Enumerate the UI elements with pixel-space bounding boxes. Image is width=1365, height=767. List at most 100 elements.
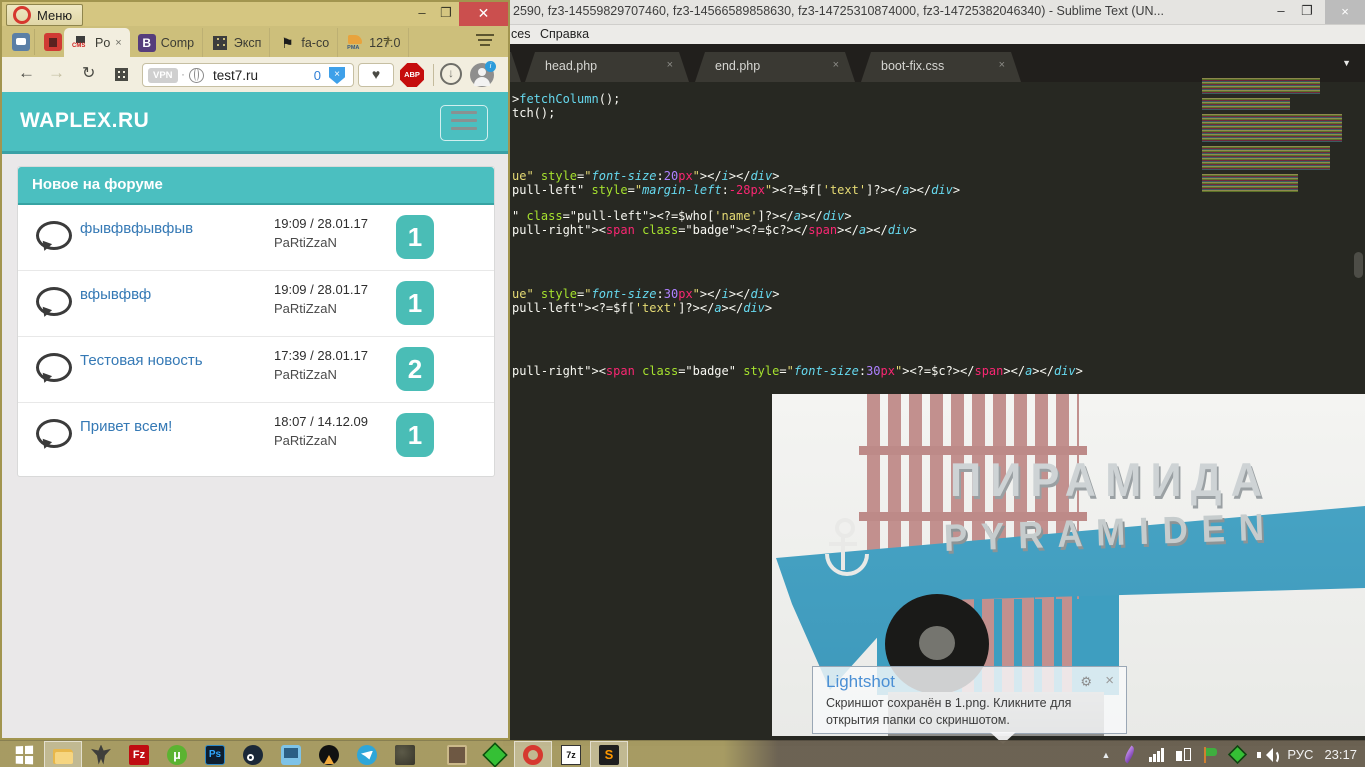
taskbar-stalker-button[interactable] <box>386 741 424 767</box>
taskbar-explorer-button[interactable] <box>44 741 82 767</box>
editor-tab[interactable]: end.php× <box>695 52 855 82</box>
action-center-flag-icon[interactable] <box>1203 747 1218 763</box>
taskbar-start-button[interactable] <box>6 741 44 767</box>
shield-icon[interactable]: × <box>329 67 345 84</box>
taskbar-photoshop-button[interactable]: Ps <box>196 741 234 767</box>
topic-link[interactable]: вфывфвф <box>80 286 151 303</box>
forward-button[interactable]: → <box>48 63 65 83</box>
hamburger-menu-button[interactable] <box>440 105 488 141</box>
notification-body[interactable]: Скриншот сохранён в 1.png. Кликните для … <box>826 695 1114 729</box>
sublime-tabbar: × head.php×end.php× boot-fix.css × ▼ <box>503 44 1365 82</box>
sublime-glyph: S <box>599 745 619 765</box>
tray-expand-icon[interactable]: ▲ <box>1101 750 1110 760</box>
bookmark-heart-button[interactable]: ♥ <box>358 63 394 87</box>
toolbar-divider <box>433 64 434 86</box>
downloads-button[interactable]: ↓ <box>440 63 462 85</box>
topic-list: фывфвфывфыв19:09 / 28.01.17PaRtiZzaN1вфы… <box>18 205 494 468</box>
topic-row[interactable]: Привет всем!18:07 / 14.12.09PaRtiZzaN1 <box>18 402 494 468</box>
browser-tab[interactable]: Эксп <box>203 28 271 57</box>
tab-close-icon[interactable]: × <box>999 59 1005 71</box>
taskbar-sevenzip-button[interactable]: 7z <box>552 741 590 767</box>
url-text[interactable]: test7.ru <box>213 68 258 83</box>
usb-device-icon[interactable] <box>1176 747 1192 762</box>
taskbar-sublime-button[interactable]: S <box>590 741 628 767</box>
reload-button[interactable]: ↻ <box>82 63 95 83</box>
code-line: " class="pull-left"><?=$who['name']?></a… <box>512 209 852 223</box>
browser-tab[interactable]: 127.0 <box>338 28 409 57</box>
clock[interactable]: 23:17 <box>1324 747 1357 762</box>
language-indicator[interactable]: РУС <box>1287 747 1313 762</box>
opera-minimize-button[interactable]: – <box>410 2 434 26</box>
topic-row[interactable]: Тестовая новость17:39 / 28.01.17PaRtiZza… <box>18 336 494 402</box>
notification-close-icon[interactable]: × <box>1105 672 1114 689</box>
vpn-badge[interactable]: VPN <box>148 68 178 83</box>
sublime-titlebar[interactable]: 2590, fz3-14559829707460, fz3-1456658985… <box>503 0 1365 25</box>
topic-row[interactable]: фывфвфывфыв19:09 / 28.01.17PaRtiZzaN1 <box>18 205 494 270</box>
back-button[interactable]: ← <box>18 63 35 83</box>
taskbar-telegram-button[interactable] <box>348 741 386 767</box>
reply-count-badge[interactable]: 1 <box>396 215 434 259</box>
opera-toolbar: ← → ↻ VPN · test7.ru 0 × ♥ ABP ↓ i <box>2 57 508 92</box>
lightshot-tray-icon[interactable] <box>1122 746 1137 764</box>
topic-author: PaRtiZzaN <box>274 301 386 316</box>
taskbar-utorrent-button[interactable]: µ <box>158 741 196 767</box>
sublime-close-button[interactable]: × <box>1325 0 1365 24</box>
site-brand[interactable]: WAPLEX.RU <box>20 109 149 133</box>
tab-close-icon[interactable]: × <box>115 37 121 49</box>
globe-icon <box>189 68 204 83</box>
menu-item-preferences-partial[interactable]: ces <box>511 27 530 41</box>
pinned-tab[interactable] <box>8 29 35 55</box>
speed-dial-icon[interactable] <box>115 68 128 81</box>
speech-bubble-icon <box>36 287 72 316</box>
reply-count-badge[interactable]: 1 <box>396 281 434 325</box>
profile-avatar-button[interactable]: i <box>470 63 494 87</box>
sublime-restore-button[interactable]: ❐ <box>1295 0 1319 24</box>
browser-tab[interactable]: BComp <box>130 28 203 57</box>
adblock-abp-icon[interactable]: ABP <box>400 63 424 87</box>
reply-count-badge[interactable]: 2 <box>396 347 434 391</box>
taskbar-gem-button[interactable] <box>476 741 514 767</box>
taskbar-aimp-button[interactable] <box>310 741 348 767</box>
tab-menu-icon[interactable] <box>476 34 494 49</box>
address-bar[interactable]: VPN · test7.ru 0 × <box>142 63 354 87</box>
browser-tab[interactable]: Po× <box>64 28 130 57</box>
network-signal-icon[interactable] <box>1149 748 1165 762</box>
editor-tab[interactable]: head.php× <box>525 52 689 82</box>
scrollbar-thumb[interactable] <box>1354 252 1363 278</box>
new-tab-button[interactable]: + <box>383 31 393 51</box>
taskbar-remote-button[interactable] <box>272 741 310 767</box>
settings-wrench-icon[interactable]: ⚙ <box>1080 674 1092 690</box>
menu-item-help[interactable]: Справка <box>540 27 589 41</box>
topic-link[interactable]: фывфвфывфыв <box>80 220 193 237</box>
taskbar-filezilla-button[interactable]: Fz <box>120 741 158 767</box>
taskbar-opera-button[interactable] <box>514 741 552 767</box>
topic-link[interactable]: Привет всем! <box>80 418 172 435</box>
taskbar-wot-button[interactable] <box>82 741 120 767</box>
reply-count-badge[interactable]: 1 <box>396 413 434 457</box>
tab-close-icon[interactable]: × <box>667 59 673 71</box>
topic-link[interactable]: Тестовая новость <box>80 352 203 369</box>
webmoney-tray-icon[interactable] <box>1228 745 1247 764</box>
lightshot-notification[interactable]: Lightshot ⚙ × Скриншот сохранён в 1.png.… <box>812 666 1127 734</box>
opera-menu-label: Меню <box>37 8 72 23</box>
taskbar-steam-button[interactable] <box>234 741 272 767</box>
editor-tab[interactable]: boot-fix.css × <box>861 52 1021 82</box>
opera-titlebar[interactable]: Меню – ❐ ✕ <box>2 2 508 26</box>
wot-icon <box>91 745 111 765</box>
volume-icon[interactable] <box>1257 748 1276 762</box>
tab-label: boot-fix.css <box>881 59 944 73</box>
opera-maximize-button[interactable]: ❐ <box>434 2 458 26</box>
opera-menu-button[interactable]: Меню <box>6 4 83 26</box>
pinned-tab[interactable] <box>40 29 67 55</box>
redgrid-icon <box>44 33 62 51</box>
opera-logo-icon <box>13 6 31 24</box>
taskbar-warthunder-button[interactable] <box>438 741 476 767</box>
tab-close-icon[interactable]: × <box>833 59 839 71</box>
browser-tab[interactable]: ⚑fa-co <box>270 28 338 57</box>
opera-close-button[interactable]: ✕ <box>459 2 508 26</box>
taskbar-apps: FzµPs 7z S <box>6 741 628 767</box>
tab-overflow-icon[interactable]: ▼ <box>1342 58 1351 68</box>
sublime-minimize-button[interactable]: – <box>1269 0 1293 24</box>
topic-row[interactable]: вфывфвф19:09 / 28.01.17PaRtiZzaN1 <box>18 270 494 336</box>
minimap[interactable] <box>1198 78 1348 198</box>
